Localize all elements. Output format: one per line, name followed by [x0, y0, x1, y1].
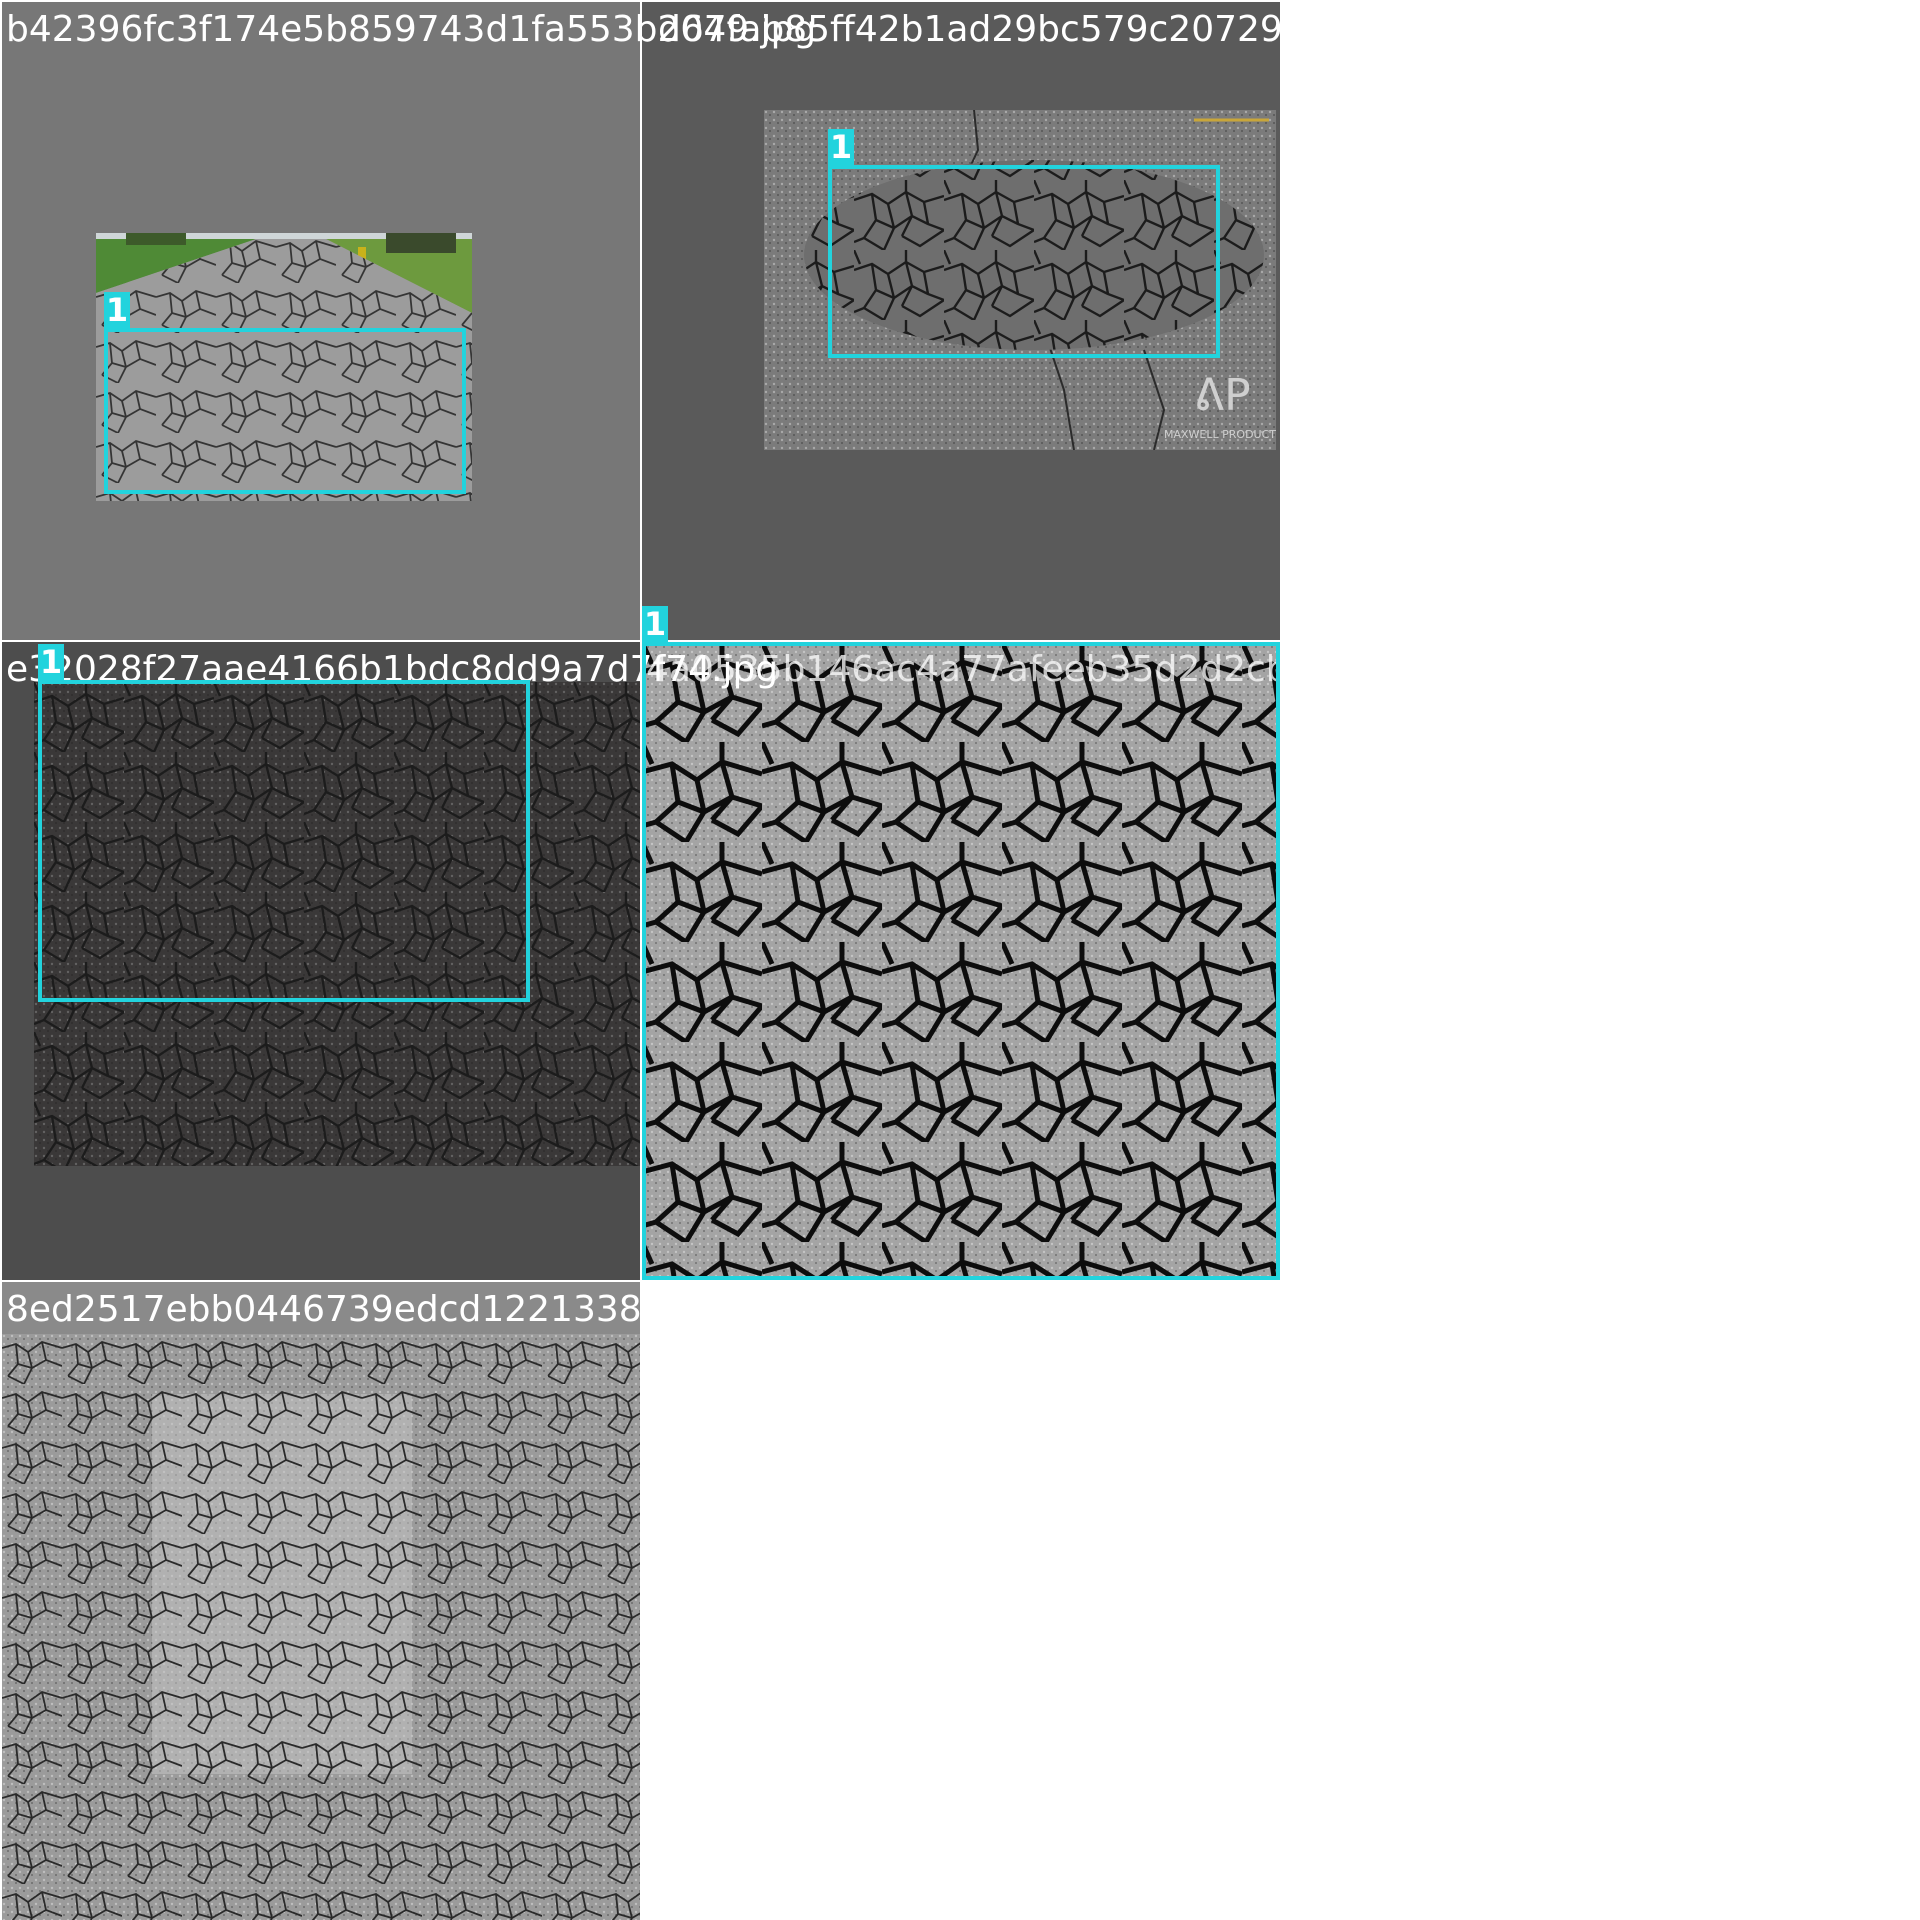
- tile-2: ᕕP MAXWELL PRODUCTS d67fab85ff42b1ad29bc…: [642, 2, 1373, 640]
- detection-box: [104, 328, 466, 494]
- detection-box: [828, 165, 1220, 358]
- watermark-logo: MAXWELL PRODUCTS: [1164, 428, 1276, 441]
- cracked-pavement-photo: [2, 1334, 640, 1920]
- image-filename: d67fab85ff42b1ad29bc579c207290.jpg: [658, 9, 1373, 50]
- detection-class-label: 1: [38, 643, 64, 681]
- detection-box: [642, 642, 1280, 1280]
- tile-4: 4a0535b146ac4a77afeeb35d2d2cbb8e.jpg 1: [642, 606, 1424, 1280]
- tile-5: 8ed2517ebb0446739edcd12213386cb0.png: [2, 1282, 810, 1920]
- detection-class-label: 1: [104, 291, 130, 329]
- tile-3: e32028f27aae4166b1bdc8dd9a7d7f74.jpg 1: [2, 642, 778, 1280]
- detection-class-label: 1: [828, 128, 854, 166]
- tile-1: b42396fc3f174e5b859743d1fa553b2049.jpg 1: [2, 2, 816, 640]
- detection-box: [38, 680, 530, 1002]
- image-filename: 8ed2517ebb0446739edcd12213386cb0.png: [6, 1289, 811, 1330]
- svg-text:ᕕP: ᕕP: [1194, 370, 1251, 421]
- detection-class-label: 1: [642, 605, 668, 643]
